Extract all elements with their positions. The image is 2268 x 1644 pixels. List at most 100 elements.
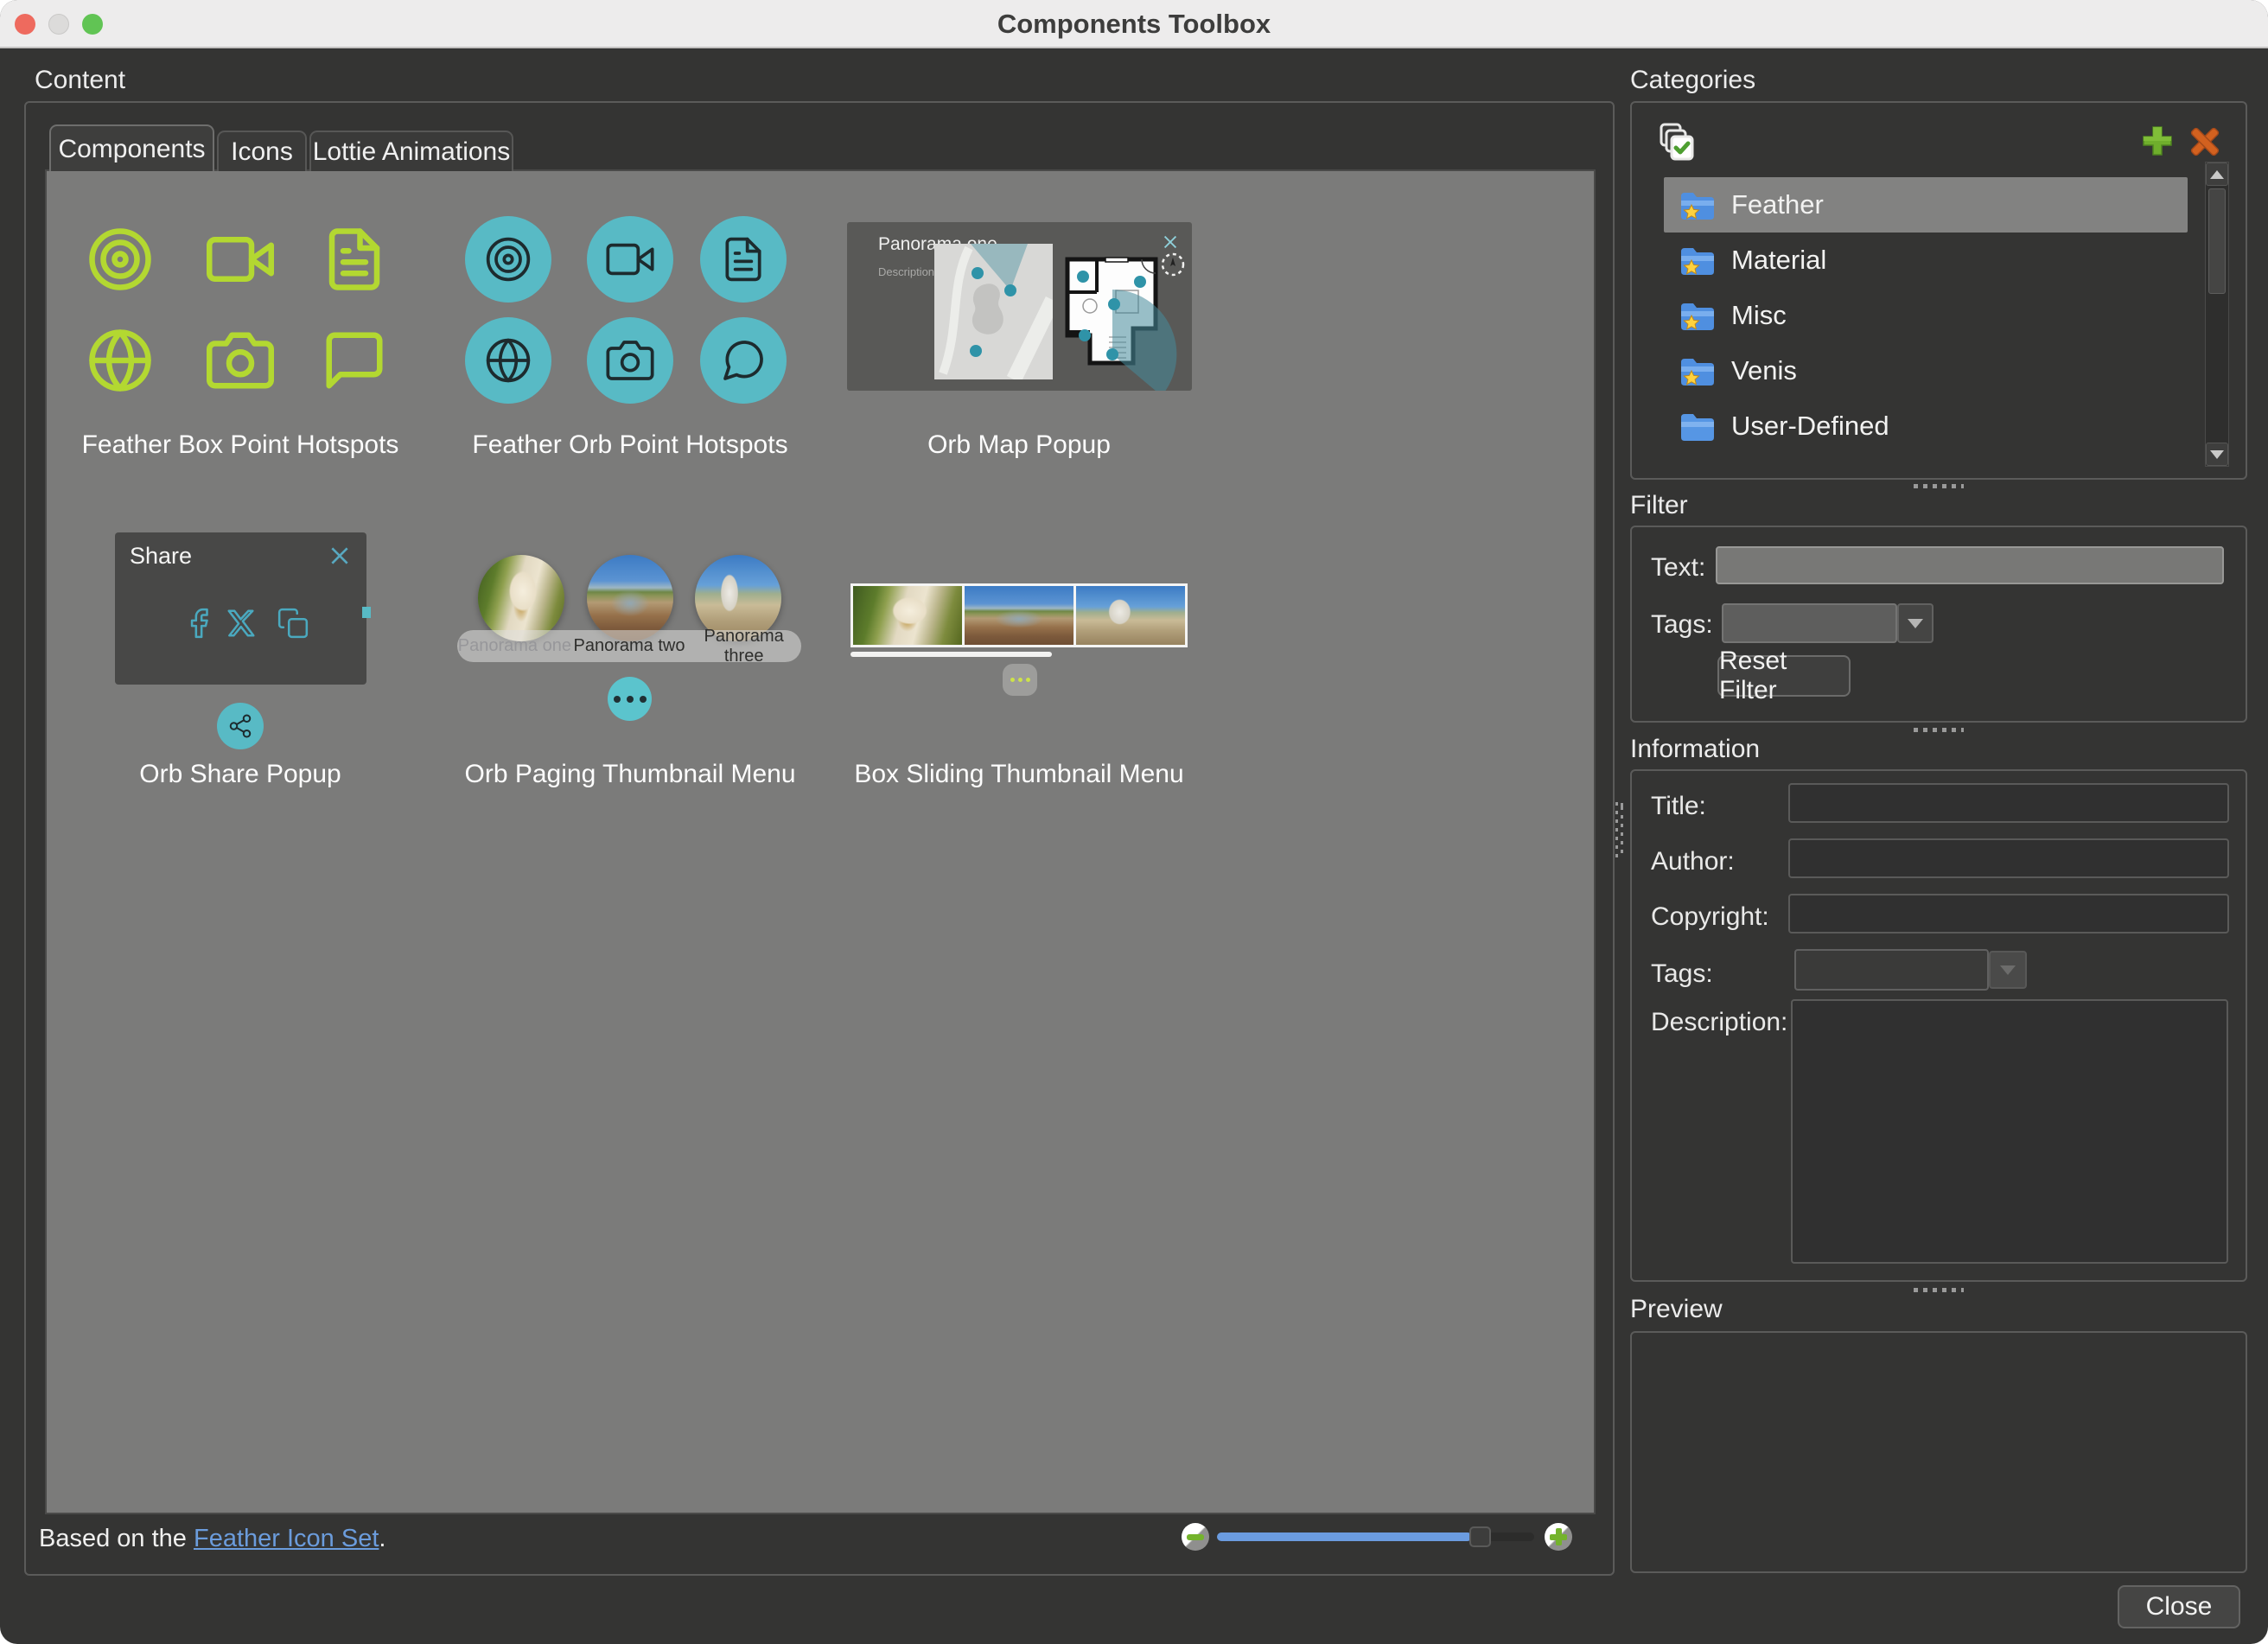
information-section-label: Information — [1630, 735, 1760, 764]
components-tab-page: Feather Box Point Hotspots Feather Orb P… — [45, 169, 1596, 1514]
component-label: Orb Paging Thumbnail Menu — [440, 760, 820, 789]
x-logo-icon — [225, 607, 258, 640]
category-item-feather[interactable]: Feather — [1664, 177, 2188, 233]
tab-icons[interactable]: Icons — [217, 131, 307, 171]
category-label: Misc — [1731, 300, 1787, 331]
category-label: Venis — [1731, 355, 1797, 386]
sliding-thumbnail-strip — [850, 583, 1188, 647]
filter-section-label: Filter — [1630, 491, 1688, 520]
delete-category-button[interactable] — [2188, 124, 2222, 159]
attribution-text: Based on the Feather Icon Set. — [39, 1525, 385, 1553]
component-label: Box Sliding Thumbnail Menu — [829, 760, 1209, 789]
preview-section-label: Preview — [1630, 1295, 1723, 1324]
compass-icon — [1160, 252, 1186, 277]
video-icon — [207, 226, 274, 293]
titlebar: Components Toolbox — [0, 0, 2268, 48]
preview-panel — [1630, 1331, 2247, 1573]
splitter-handle[interactable] — [1914, 1288, 1964, 1292]
thumbnail-label: Panorama one — [457, 636, 572, 656]
close-icon — [328, 545, 351, 567]
categories-scrollbar[interactable] — [2205, 162, 2229, 467]
info-tags-dropdown-button[interactable] — [1989, 951, 2027, 989]
info-author-label: Author: — [1651, 847, 1735, 876]
zoom-in-button[interactable] — [1545, 1523, 1572, 1551]
camera-icon — [207, 327, 274, 394]
copy-icon — [277, 607, 309, 640]
tab-lottie-animations[interactable]: Lottie Animations — [309, 131, 513, 171]
paging-menu-toggle-icon — [608, 677, 652, 721]
panorama-two-thumbnail — [587, 555, 673, 641]
chevron-down-icon — [2000, 965, 2016, 975]
target-orb-icon — [465, 216, 551, 303]
panorama-two-thumbnail — [965, 586, 1073, 645]
panorama-three-thumbnail — [1076, 586, 1185, 645]
category-label: User-Defined — [1731, 411, 1889, 442]
globe-orb-icon — [465, 317, 551, 404]
info-copyright-label: Copyright: — [1651, 902, 1769, 932]
categories-section-label: Categories — [1630, 66, 1755, 95]
component-label: Feather Box Point Hotspots — [50, 430, 430, 460]
zoom-out-button[interactable] — [1182, 1523, 1209, 1551]
zoom-slider-thumb[interactable] — [1469, 1526, 1491, 1547]
close-button[interactable]: Close — [2118, 1585, 2240, 1628]
component-label: Feather Orb Point Hotspots — [440, 430, 820, 460]
video-orb-icon — [587, 216, 673, 303]
share-orb-icon — [217, 703, 264, 749]
category-label: Feather — [1731, 189, 1824, 220]
thumbnail-label: Panorama two — [572, 636, 687, 656]
sliding-menu-scrollbar — [850, 652, 1052, 657]
scroll-up-button[interactable] — [2206, 162, 2228, 186]
share-popup-preview: Share — [115, 532, 366, 685]
thumbnail-label: Panorama three — [686, 627, 801, 666]
filter-tags-label: Tags: — [1651, 610, 1713, 640]
tab-components[interactable]: Components — [49, 124, 214, 171]
message-square-icon — [321, 327, 388, 394]
share-popup-title: Share — [130, 543, 192, 570]
info-title-input[interactable] — [1788, 783, 2229, 823]
info-copyright-input[interactable] — [1788, 894, 2229, 934]
info-description-textarea[interactable] — [1791, 999, 2228, 1264]
sliding-menu-toggle-icon — [1003, 664, 1037, 696]
category-item-misc[interactable]: Misc — [1664, 288, 2188, 343]
category-item-user-defined[interactable]: User-Defined — [1664, 398, 2188, 454]
info-tags-label: Tags: — [1651, 959, 1713, 989]
add-category-button[interactable] — [2141, 124, 2174, 157]
facebook-icon — [182, 607, 215, 640]
camera-orb-icon — [587, 317, 673, 404]
target-icon — [86, 226, 154, 293]
components-toolbox-window: Components Toolbox Content Components Ic… — [0, 0, 2268, 1644]
component-label: Orb Map Popup — [829, 430, 1209, 460]
info-author-input[interactable] — [1788, 838, 2229, 878]
splitter-handle[interactable] — [1914, 484, 1964, 488]
info-tags-dropdown[interactable] — [1794, 949, 1989, 991]
share-popup-handle — [362, 607, 371, 618]
file-text-orb-icon — [700, 216, 787, 303]
filter-text-label: Text: — [1651, 553, 1705, 583]
category-label: Material — [1731, 245, 1826, 276]
map-popup-preview: Panorama one Description of Panorama one — [847, 222, 1192, 391]
window-title: Components Toolbox — [0, 0, 2268, 48]
chevron-down-icon — [1908, 619, 1923, 628]
feather-icon-set-link[interactable]: Feather Icon Set — [194, 1525, 379, 1552]
category-item-venis[interactable]: Venis — [1664, 343, 2188, 398]
info-title-label: Title: — [1651, 792, 1706, 821]
panorama-one-thumbnail — [853, 586, 962, 645]
close-icon — [1161, 233, 1180, 252]
globe-icon — [86, 327, 154, 394]
filter-text-input[interactable] — [1716, 546, 2224, 584]
sidebar-splitter-handle[interactable] — [1615, 802, 1623, 857]
message-circle-orb-icon — [700, 317, 787, 404]
panorama-one-thumbnail — [478, 555, 564, 641]
splitter-handle[interactable] — [1914, 728, 1964, 732]
scroll-down-button[interactable] — [2206, 443, 2228, 466]
scrollbar-thumb[interactable] — [2208, 188, 2226, 294]
reset-filter-button[interactable]: Reset Filter — [1717, 655, 1851, 697]
file-text-icon — [321, 226, 388, 293]
category-item-material[interactable]: Material — [1664, 233, 2188, 288]
component-label: Orb Share Popup — [50, 760, 430, 789]
thumbnail-label-bar: Panorama one Panorama two Panorama three — [457, 630, 801, 662]
content-section-label: Content — [35, 66, 125, 95]
select-all-icon[interactable] — [1656, 121, 1699, 166]
filter-tags-dropdown[interactable] — [1722, 603, 1897, 643]
filter-tags-dropdown-button[interactable] — [1897, 603, 1934, 643]
